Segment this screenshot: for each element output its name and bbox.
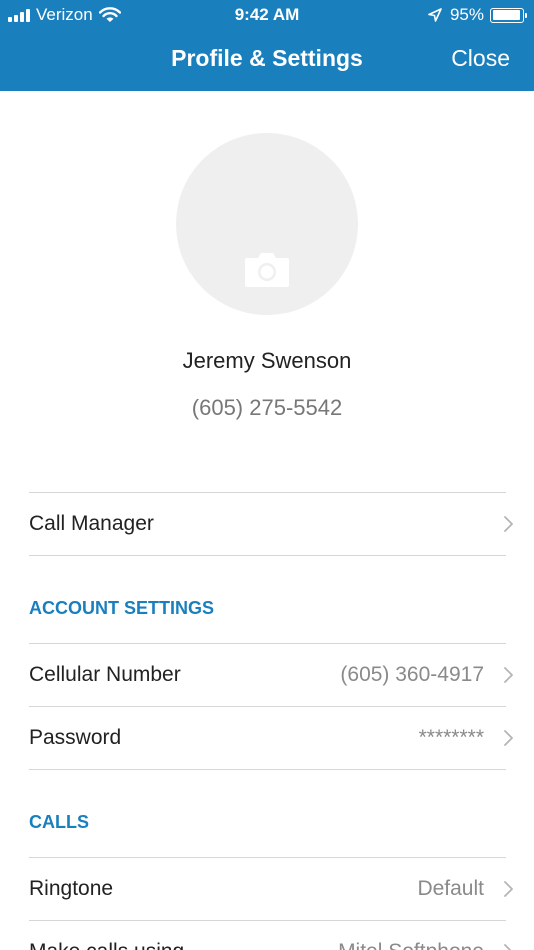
profile-name: Jeremy Swenson — [182, 348, 352, 373]
password-row[interactable]: Password ******** — [29, 707, 515, 769]
status-right: 95% — [428, 5, 527, 25]
app-header: Verizon 9:42 AM 95% Profile & Settings C… — [0, 0, 534, 91]
make-calls-row[interactable]: Make calls using Mitel Softphone — [29, 921, 515, 950]
cellular-number-row[interactable]: Cellular Number (605) 360-4917 — [29, 644, 515, 706]
close-button[interactable]: Close — [451, 45, 510, 72]
status-bar: Verizon 9:42 AM 95% — [0, 0, 534, 32]
section-title-account-settings: ACCOUNT SETTINGS — [29, 598, 215, 618]
chevron-right-icon — [504, 881, 513, 897]
cellular-number-value: (605) 360-4917 — [340, 663, 484, 686]
ringtone-label: Ringtone — [29, 877, 114, 900]
profile-phone: (605) 275-5542 — [191, 395, 343, 420]
password-label: Password — [29, 726, 122, 749]
cellular-number-label: Cellular Number — [29, 663, 181, 686]
make-calls-value: Mitel Softphone — [338, 921, 484, 950]
divider — [29, 769, 506, 770]
make-calls-label: Make calls using — [29, 921, 184, 950]
call-manager-label: Call Manager — [29, 512, 154, 535]
avatar[interactable] — [176, 133, 358, 315]
chevron-right-icon — [504, 944, 512, 950]
section-title-calls: CALLS — [29, 812, 89, 832]
chevron-right-icon — [504, 667, 513, 683]
password-value: ******** — [418, 726, 484, 749]
chevron-right-icon — [504, 730, 513, 746]
divider — [29, 555, 506, 556]
ringtone-row[interactable]: Ringtone Default — [29, 858, 515, 920]
location-arrow-icon — [428, 8, 442, 22]
chevron-right-icon — [504, 516, 513, 532]
battery-icon — [490, 7, 527, 23]
camera-icon — [245, 253, 289, 287]
battery-fill — [492, 10, 521, 20]
make-calls-row-inner: Make calls using Mitel Softphone — [29, 921, 515, 950]
call-manager-row[interactable]: Call Manager — [29, 493, 515, 555]
ringtone-value: Default — [417, 877, 484, 900]
battery-percent: 95% — [449, 5, 484, 24]
